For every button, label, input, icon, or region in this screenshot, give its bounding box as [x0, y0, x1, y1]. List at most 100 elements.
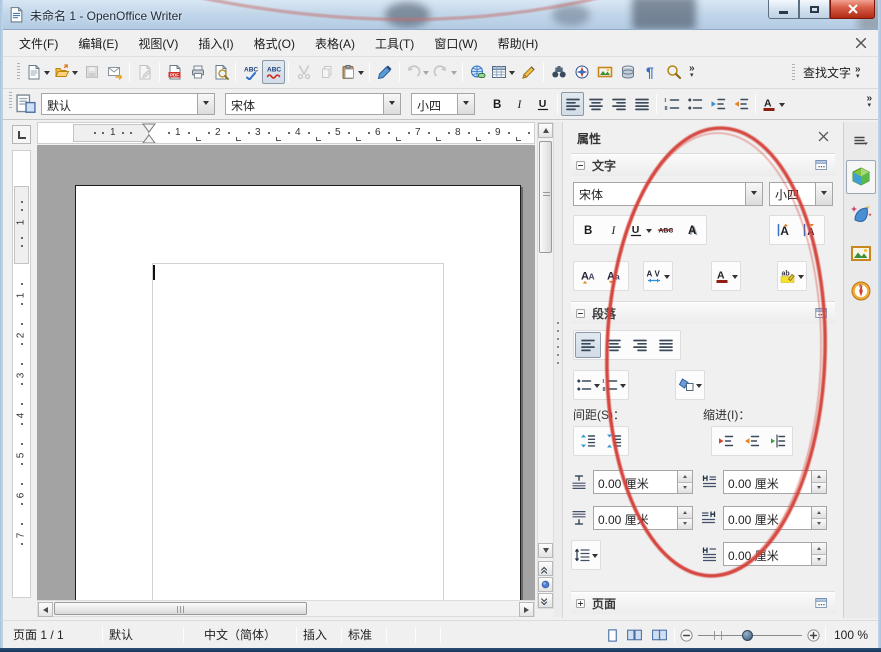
multi-page-view-button[interactable] [624, 627, 645, 644]
bold-button[interactable]: B [485, 92, 508, 116]
tab-styles-formatting[interactable] [846, 198, 876, 232]
dropdown-arrow-icon[interactable] [732, 275, 738, 282]
decrease-indent-button[interactable] [706, 92, 729, 116]
spin-down-button[interactable] [678, 483, 692, 494]
lowercase-button[interactable]: Aa [601, 263, 627, 289]
text-dialog-launcher-icon[interactable] [814, 159, 829, 172]
before-indent-value[interactable]: 0.00 厘米 [724, 471, 811, 493]
page-preview-button[interactable] [209, 60, 232, 84]
spin-up-button[interactable] [812, 507, 826, 519]
toolbar-grip[interactable] [9, 92, 12, 110]
grow-font-button[interactable]: A [771, 217, 797, 243]
menu-item-1[interactable]: 编辑(E) [68, 31, 128, 56]
above-spacing-value[interactable]: 0.00 厘米 [594, 471, 677, 493]
horizontal-scrollbar[interactable] [37, 600, 535, 617]
align-left-button[interactable] [575, 332, 601, 358]
spin-up-button[interactable] [812, 543, 826, 555]
zoom-percentage[interactable]: 100 % [834, 628, 868, 642]
sidebar-close-icon[interactable] [817, 130, 830, 143]
underline-button[interactable]: U [627, 217, 653, 243]
shrink-font-button[interactable]: A [797, 217, 823, 243]
document-page[interactable] [75, 185, 521, 600]
auto-spellcheck-button[interactable]: ABC [262, 60, 285, 84]
title-bar[interactable]: 未命名 1 - OpenOffice Writer [0, 0, 881, 30]
dropdown-arrow-icon[interactable] [620, 384, 626, 391]
paste-button[interactable] [338, 60, 366, 84]
single-page-view-button[interactable] [605, 627, 620, 644]
paragraph-style-dropdown-icon[interactable] [197, 94, 214, 114]
undo-button[interactable] [403, 60, 431, 84]
dropdown-arrow-icon[interactable] [509, 71, 515, 78]
underline-button[interactable]: U [531, 92, 554, 116]
sidebar-font-name-value[interactable]: 宋体 [574, 183, 745, 205]
export-pdf-button[interactable]: PDF [163, 60, 186, 84]
email-document-button[interactable] [103, 60, 126, 84]
spin-down-button[interactable] [812, 555, 826, 566]
indent-marker[interactable] [141, 123, 157, 144]
sidebar-font-name-dropdown-icon[interactable] [745, 183, 762, 205]
font-color-button[interactable]: A [759, 92, 787, 116]
increase-indent-button[interactable] [729, 92, 752, 116]
bullet-list-button[interactable] [575, 372, 601, 398]
after-indent-value[interactable]: 0.00 厘米 [724, 507, 811, 529]
expand-icon[interactable] [575, 598, 586, 609]
dropdown-arrow-icon[interactable] [72, 71, 78, 78]
dropdown-arrow-icon[interactable] [646, 229, 652, 236]
find-toolbar-grip[interactable] [792, 64, 795, 82]
status-cell-4[interactable]: 标准 [342, 626, 386, 643]
zoom-in-button[interactable] [806, 628, 821, 643]
italic-button[interactable]: I [508, 92, 531, 116]
strikethrough-button[interactable]: ABC [653, 217, 679, 243]
hyperlink-button[interactable] [466, 60, 489, 84]
print-button[interactable] [186, 60, 209, 84]
dropdown-arrow-icon[interactable] [451, 71, 457, 78]
menubar-close-icon[interactable] [854, 36, 868, 50]
spin-down-button[interactable] [812, 483, 826, 494]
horizontal-scrollbar-thumb[interactable] [54, 602, 307, 615]
dropdown-arrow-icon[interactable] [696, 384, 702, 391]
status-cell-2[interactable]: 中文（简体） [184, 626, 296, 643]
sidebar-font-size-value[interactable]: 小四 [770, 183, 815, 205]
clone-formatting-button[interactable] [373, 60, 396, 84]
increase-spacing-button[interactable] [575, 428, 601, 454]
find-replace-button[interactable] [547, 60, 570, 84]
dropdown-arrow-icon[interactable] [44, 71, 50, 78]
paragraph-dialog-launcher-icon[interactable] [814, 307, 829, 320]
spin-up-button[interactable] [678, 471, 692, 483]
numbered-list-button[interactable]: III [601, 372, 627, 398]
font-name-dropdown-icon[interactable] [383, 94, 400, 114]
align-right-button[interactable] [627, 332, 653, 358]
firstline-indent-value[interactable]: 0.00 厘米 [724, 543, 811, 565]
save-button[interactable] [80, 60, 103, 84]
scroll-down-button[interactable] [538, 543, 553, 558]
paragraph-section-header[interactable]: 段落 [571, 302, 835, 324]
collapse-icon[interactable] [575, 308, 586, 319]
spin-up-button[interactable] [678, 507, 692, 519]
navigation-button[interactable] [538, 577, 553, 592]
dropdown-arrow-icon[interactable] [798, 275, 804, 282]
gallery-button[interactable] [593, 60, 616, 84]
maximize-button[interactable] [799, 0, 830, 19]
align-left-button[interactable] [561, 92, 584, 116]
bold-button[interactable]: B [575, 217, 601, 243]
navigator-button[interactable] [570, 60, 593, 84]
open-button[interactable] [52, 60, 80, 84]
edit-file-button[interactable] [133, 60, 156, 84]
align-center-button[interactable] [584, 92, 607, 116]
vertical-scrollbar[interactable] [537, 122, 554, 609]
font-size-value[interactable]: 小四 [412, 94, 457, 114]
toolbar-overflow-button[interactable]: »▾ [689, 65, 695, 79]
align-center-button[interactable] [601, 332, 627, 358]
ruler-corner-button[interactable] [12, 125, 31, 144]
font-name-value[interactable]: 宋体 [226, 94, 383, 114]
previous-page-button[interactable] [538, 561, 553, 576]
minimize-button[interactable] [768, 0, 799, 19]
new-document-button[interactable] [24, 60, 52, 84]
insert-table-button[interactable] [489, 60, 517, 84]
line-spacing-button[interactable] [573, 542, 599, 568]
uppercase-button[interactable]: AA [575, 263, 601, 289]
toolbar-grip[interactable] [17, 63, 20, 81]
increase-indent-button[interactable] [713, 428, 739, 454]
bullet-list-button[interactable] [683, 92, 706, 116]
menu-item-2[interactable]: 视图(V) [128, 31, 188, 56]
